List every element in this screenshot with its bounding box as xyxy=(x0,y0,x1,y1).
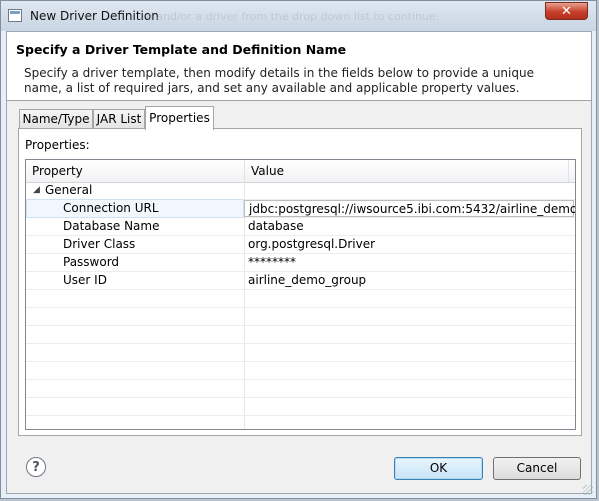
property-name: User ID xyxy=(27,272,243,289)
property-value[interactable]: org.postgresql.Driver xyxy=(244,236,574,253)
dialog-header: Specify a Driver Template and Definition… xyxy=(7,32,591,101)
table-row[interactable]: User ID airline_demo_group xyxy=(26,272,575,290)
empty-row xyxy=(26,308,575,326)
column-header-value[interactable]: Value xyxy=(245,160,575,182)
property-value[interactable]: database xyxy=(244,218,574,235)
property-name: Database Name xyxy=(27,218,243,235)
empty-row xyxy=(26,344,575,362)
dialog-body: Specify a Driver Template and Definition… xyxy=(6,31,592,494)
property-label: Connection URL xyxy=(63,201,159,215)
tab-jar-list[interactable]: JAR List xyxy=(93,109,145,129)
empty-row xyxy=(26,362,575,380)
empty-row xyxy=(26,290,575,308)
table-row[interactable]: Connection URL jdbc:postgresql://iwsourc… xyxy=(26,199,575,218)
close-icon[interactable]: ✕ xyxy=(545,2,588,20)
empty-row xyxy=(26,398,575,416)
table-row[interactable]: Database Name database xyxy=(26,218,575,236)
dialog-window: New Driver Definition e and/or a driver … xyxy=(0,0,597,499)
help-icon[interactable]: ? xyxy=(26,457,46,477)
ok-button[interactable]: OK xyxy=(394,457,483,480)
background-window-text: e and/or a driver from the drop down lis… xyxy=(146,10,440,23)
resize-grip-icon[interactable] xyxy=(583,485,593,495)
properties-label: Properties: xyxy=(25,138,90,152)
property-name: Connection URL xyxy=(26,199,244,218)
header-title: Specify a Driver Template and Definition… xyxy=(16,42,347,57)
property-label: User ID xyxy=(63,273,107,287)
tab-name-type[interactable]: Name/Type xyxy=(19,109,93,129)
property-name: Password xyxy=(27,254,243,271)
property-value[interactable]: ******** xyxy=(244,254,574,271)
cancel-button[interactable]: Cancel xyxy=(493,457,581,480)
properties-table: Property Value ◢ General Connection URL … xyxy=(25,159,576,430)
properties-panel: Properties: Property Value ◢ General Con… xyxy=(18,128,582,436)
group-cell: ◢ General xyxy=(27,182,243,199)
property-value-editor[interactable]: jdbc:postgresql://iwsource5.ibi.com:5432… xyxy=(244,200,575,217)
group-label: General xyxy=(45,183,93,197)
window-icon xyxy=(8,9,22,22)
property-label: Password xyxy=(63,255,120,269)
header-description: Specify a driver template, then modify d… xyxy=(24,66,534,95)
column-header-property[interactable]: Property xyxy=(26,160,244,182)
window-title: New Driver Definition xyxy=(30,9,159,23)
table-header: Property Value xyxy=(26,160,575,183)
tab-properties[interactable]: Properties xyxy=(145,106,214,130)
expand-collapse-icon[interactable]: ◢ xyxy=(33,182,40,199)
title-bar[interactable]: New Driver Definition e and/or a driver … xyxy=(1,1,596,31)
property-label: Driver Class xyxy=(63,237,136,251)
property-name: Driver Class xyxy=(27,236,243,253)
table-row[interactable]: Password ******** xyxy=(26,254,575,272)
property-label: Database Name xyxy=(63,219,160,233)
property-value[interactable]: airline_demo_group xyxy=(244,272,574,289)
table-row-group-general[interactable]: ◢ General xyxy=(26,182,575,200)
empty-row xyxy=(26,326,575,344)
table-row[interactable]: Driver Class org.postgresql.Driver xyxy=(26,236,575,254)
empty-row xyxy=(26,380,575,398)
